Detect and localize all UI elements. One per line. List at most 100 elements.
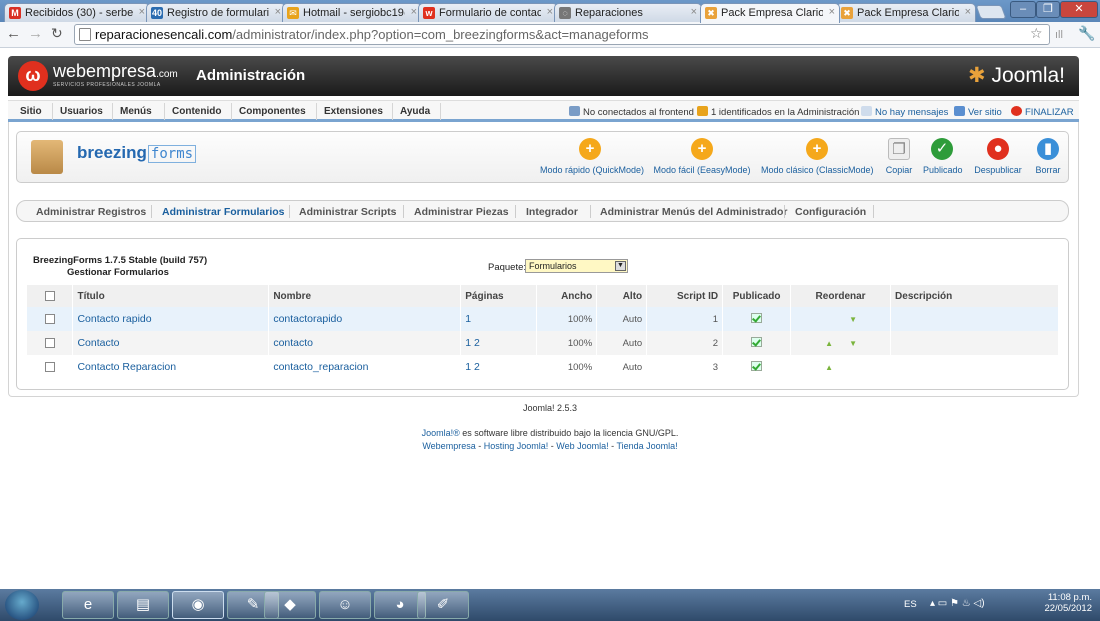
column-header[interactable]: Páginas — [460, 285, 538, 307]
browser-tab[interactable]: ◌ Reparaciones × — [554, 3, 702, 22]
mail-icon — [861, 106, 872, 116]
form-name-link[interactable]: contacto_reparacion — [268, 355, 462, 379]
package-select[interactable]: Formularios ▼ — [525, 259, 628, 273]
column-header[interactable]: Descripción — [890, 285, 1059, 307]
published-check-icon[interactable] — [751, 336, 763, 347]
select-all-checkbox[interactable] — [44, 290, 55, 301]
logout-link[interactable]: FINALIZAR — [1011, 106, 1074, 118]
column-header[interactable]: Publicado — [722, 285, 792, 307]
despublicar-button[interactable]: ● Despublicar — [972, 138, 1024, 175]
modo-button[interactable]: + Modo rápido (QuickMode) — [540, 138, 644, 175]
subtab-configuraci-n[interactable]: Configuración — [795, 206, 866, 218]
tab-close-icon[interactable]: × — [139, 6, 145, 18]
subtab-administrar-registros[interactable]: Administrar Registros — [36, 206, 146, 218]
browser-tab[interactable]: w Formulario de contacto × — [418, 3, 558, 22]
browser-tab[interactable]: M Recibidos (30) - serbeb × — [4, 3, 150, 22]
published-check-icon[interactable] — [751, 312, 763, 323]
tab-close-icon[interactable]: × — [411, 6, 417, 18]
description-cell — [890, 307, 1059, 331]
menu-item-contenido[interactable]: Contenido — [172, 106, 221, 117]
column-header[interactable]: Script ID — [646, 285, 724, 307]
borrar-button[interactable]: ▮ Borrar — [1032, 138, 1064, 175]
tab-close-icon[interactable]: × — [829, 6, 835, 18]
clock[interactable]: 11:08 p.m. 22/05/2012 — [1044, 592, 1092, 614]
menu-item-ayuda[interactable]: Ayuda — [400, 106, 430, 117]
tab-close-icon[interactable]: × — [965, 6, 971, 18]
back-arrow-icon[interactable]: ← — [6, 25, 21, 42]
modo-button[interactable]: + Modo clásico (ClassicMode) — [761, 138, 874, 175]
reload-icon[interactable]: ↻ — [51, 25, 63, 42]
language-indicator[interactable]: ES — [904, 599, 917, 610]
column-header[interactable]: Reordenar — [790, 285, 892, 307]
maximize-button[interactable]: ❐ — [1036, 1, 1060, 18]
form-title-link[interactable]: Contacto — [72, 331, 270, 355]
column-header[interactable]: Título — [72, 285, 270, 307]
folder-app-icon[interactable]: ◆ — [264, 591, 316, 619]
browser-tab[interactable]: 40 Registro de formulario × — [146, 3, 286, 22]
browser-tab[interactable]: ✖ Pack Empresa Clarion - × — [836, 3, 976, 22]
form-name-link[interactable]: contacto — [268, 331, 462, 355]
subtab-administrar-formularios[interactable]: Administrar Formularios — [162, 206, 285, 218]
browser-tab[interactable]: ✖ Pack Empresa Clarion - × — [700, 3, 840, 23]
row-checkbox[interactable] — [44, 313, 55, 324]
menu-item-usuarios[interactable]: Usuarios — [60, 106, 103, 117]
tray-icons[interactable]: ▴ ▭ ⚑ ♨ ◁) — [930, 598, 985, 609]
column-header[interactable]: Alto — [596, 285, 648, 307]
browser-tab[interactable]: ✉ Hotmail - sergiobc19@ × — [282, 3, 422, 22]
menu-item-extensiones[interactable]: Extensiones — [324, 106, 383, 117]
modo-button[interactable]: + Modo fácil (EeasyMode) — [653, 138, 751, 175]
explorer-icon[interactable]: ▤ — [117, 591, 169, 619]
view-site-link[interactable]: Ver sitio — [954, 106, 1002, 118]
minimize-button[interactable]: – — [1010, 1, 1036, 18]
tab-close-icon[interactable]: × — [691, 6, 697, 18]
form-title-link[interactable]: Contacto Reparacion — [72, 355, 270, 379]
pages-links[interactable]: 1 2 — [460, 355, 538, 379]
publicado-button[interactable]: ✓ Publicado — [923, 138, 963, 175]
menu-item-componentes[interactable]: Componentes — [239, 106, 306, 117]
paint-icon[interactable]: ✐ — [417, 591, 469, 619]
move-down-icon[interactable]: ▼ — [849, 315, 857, 324]
new-tab-button[interactable] — [975, 5, 1007, 19]
move-down-icon[interactable]: ▼ — [849, 339, 857, 348]
tab-title: Formulario de contacto — [439, 7, 541, 19]
pages-links[interactable]: 1 2 — [460, 331, 538, 355]
form-name-link[interactable]: contactorapido — [268, 307, 462, 331]
subtab-administrar-scripts[interactable]: Administrar Scripts — [299, 206, 396, 218]
messages-link[interactable]: No hay mensajes — [861, 106, 948, 118]
column-header[interactable]: Ancho — [536, 285, 598, 307]
tab-favicon-icon: ◌ — [559, 7, 571, 19]
subtab-integrador[interactable]: Integrador — [526, 206, 578, 218]
script-id-cell: 3 — [646, 355, 724, 379]
column-header[interactable]: Nombre — [268, 285, 462, 307]
footer-link[interactable]: Web Joomla! — [556, 441, 608, 451]
row-checkbox[interactable] — [44, 361, 55, 372]
ie-icon[interactable]: e — [62, 591, 114, 619]
move-up-icon[interactable]: ▲ — [825, 363, 849, 372]
bookmark-star-icon[interactable]: ☆ — [1030, 25, 1043, 42]
row-checkbox[interactable] — [44, 337, 55, 348]
subtab-divider — [403, 205, 404, 218]
menu-item-sitio[interactable]: Sitio — [20, 106, 42, 117]
move-up-icon[interactable]: ▲ — [825, 339, 849, 348]
subtab-administrar-men-s-del-administrador[interactable]: Administrar Menús del Administrador — [600, 206, 787, 218]
messenger-icon[interactable]: ☺ — [319, 591, 371, 619]
forward-arrow-icon[interactable]: → — [28, 25, 43, 42]
joomla-link[interactable]: Joomla!® — [422, 428, 460, 438]
footer-link[interactable]: Hosting Joomla! — [484, 441, 549, 451]
footer-link[interactable]: Webempresa — [422, 441, 475, 451]
address-bar[interactable]: reparacionesencali.com/administrator/ind… — [74, 24, 1050, 45]
tab-close-icon[interactable]: × — [547, 6, 553, 18]
subtab-administrar-piezas[interactable]: Administrar Piezas — [414, 206, 509, 218]
close-window-button[interactable]: ✕ — [1060, 1, 1098, 18]
wrench-icon[interactable]: 🔧 — [1078, 25, 1095, 42]
copiar-button[interactable]: ❐ Copiar — [883, 138, 915, 175]
published-check-icon[interactable] — [751, 360, 763, 371]
start-button[interactable] — [5, 590, 39, 620]
chrome-icon[interactable]: ◉ — [172, 591, 224, 619]
form-title-link[interactable]: Contacto rapido — [72, 307, 270, 331]
height-cell: Auto — [596, 355, 648, 379]
footer-link[interactable]: Tienda Joomla! — [616, 441, 677, 451]
menu-item-menús[interactable]: Menús — [120, 106, 152, 117]
pages-links[interactable]: 1 — [460, 307, 538, 331]
tab-close-icon[interactable]: × — [275, 6, 281, 18]
